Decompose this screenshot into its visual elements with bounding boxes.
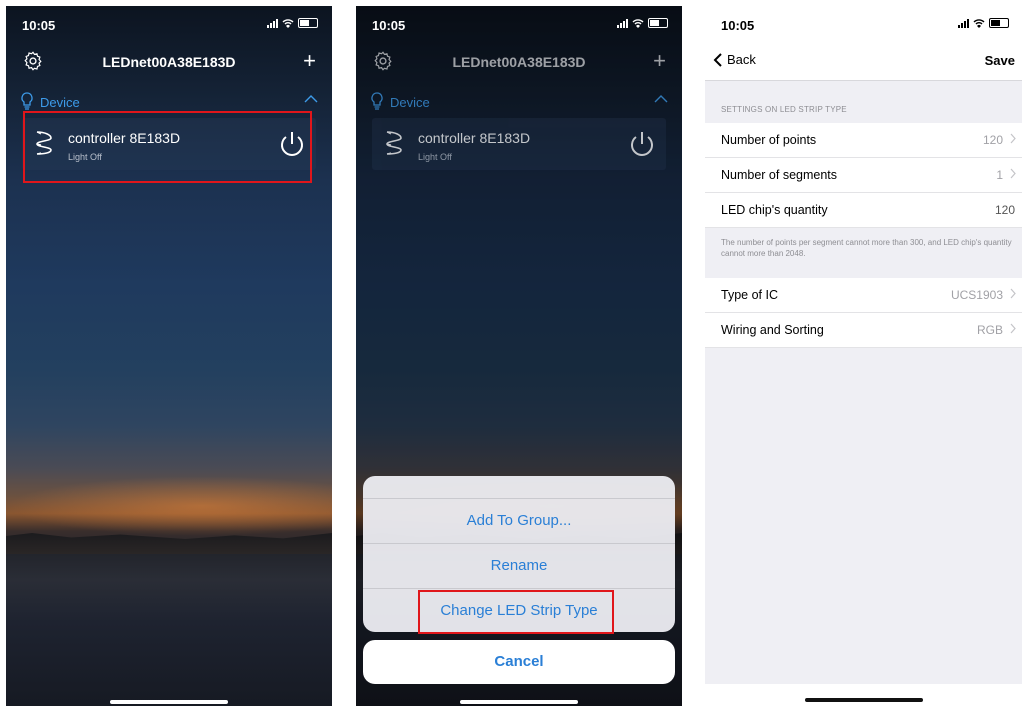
- wifi-icon: [632, 19, 644, 28]
- settings-group-header: SETTINGS ON LED STRIP TYPE: [721, 105, 847, 114]
- chevron-right-icon: [1010, 168, 1016, 179]
- phone-screen-device-list: 10:05 LEDnet00A38E183D + Device controll…: [6, 6, 332, 706]
- row-label: Wiring and Sorting: [721, 323, 824, 337]
- chevron-up-icon[interactable]: [654, 94, 668, 104]
- bulb-icon: [371, 92, 383, 110]
- status-time: 10:05: [721, 18, 755, 33]
- chip-quantity-row: LED chip's quantity 120: [705, 193, 1022, 228]
- add-device-button[interactable]: +: [653, 48, 666, 74]
- back-button[interactable]: Back: [713, 52, 756, 67]
- device-name: controller 8E183D: [418, 130, 531, 146]
- phone-screen-strip-settings: 10:05 Back Save SETTINGS ON LED STRIP TY…: [705, 6, 1022, 706]
- status-bar: 10:05: [6, 6, 332, 42]
- chevron-right-icon: [1010, 288, 1016, 299]
- row-label: LED chip's quantity: [721, 203, 828, 217]
- row-value: UCS1903: [950, 288, 1003, 302]
- row-value: 120: [982, 133, 1003, 147]
- cancel-button[interactable]: Cancel: [363, 640, 675, 684]
- bulb-icon: [21, 92, 33, 110]
- signal-icon: [958, 18, 969, 28]
- signal-icon: [267, 18, 278, 28]
- wiring-sorting-row[interactable]: Wiring and Sorting RGB: [705, 313, 1022, 348]
- highlight-box: [23, 111, 312, 183]
- nav-title: LEDnet00A38E183D: [452, 54, 586, 70]
- back-label: Back: [727, 52, 756, 67]
- battery-icon: [989, 18, 1009, 28]
- wifi-icon: [973, 19, 985, 28]
- nav-bar: LEDnet00A38E183D +: [356, 44, 682, 80]
- signal-icon: [617, 18, 628, 28]
- battery-icon: [298, 18, 318, 28]
- status-bar: 10:05: [705, 6, 1022, 42]
- add-device-button[interactable]: +: [303, 48, 316, 74]
- section-label: Device: [390, 95, 430, 110]
- home-indicator: [110, 700, 228, 704]
- home-indicator: [805, 698, 923, 702]
- row-value: RGB: [976, 323, 1003, 337]
- limits-note: The number of points per segment cannot …: [721, 238, 1012, 258]
- bottom-area: [705, 684, 1022, 706]
- wifi-icon: [282, 19, 294, 28]
- phone-screen-action-sheet: 10:05 LEDnet00A38E183D + Device controll…: [356, 6, 682, 706]
- device-row[interactable]: controller 8E183D Light Off: [372, 118, 666, 170]
- nav-title: LEDnet00A38E183D: [102, 54, 236, 70]
- save-button[interactable]: Save: [985, 53, 1015, 68]
- highlight-box: [418, 590, 614, 634]
- row-value: 1: [996, 168, 1003, 182]
- chevron-left-icon: [713, 52, 722, 67]
- power-icon[interactable]: [626, 128, 658, 160]
- segments-row[interactable]: Number of segments 1: [705, 158, 1022, 193]
- row-label: Number of points: [721, 133, 817, 147]
- section-label: Device: [40, 95, 80, 110]
- battery-icon: [648, 18, 668, 28]
- home-indicator: [460, 700, 578, 704]
- points-row[interactable]: Number of points 120: [705, 123, 1022, 158]
- status-time: 10:05: [372, 18, 406, 33]
- device-section-header[interactable]: Device: [356, 92, 682, 114]
- device-state: Light Off: [418, 152, 452, 162]
- status-time: 10:05: [22, 18, 56, 33]
- ic-type-row[interactable]: Type of IC UCS1903: [705, 278, 1022, 313]
- status-bar: 10:05: [356, 6, 682, 42]
- led-strip-icon: [386, 131, 402, 155]
- rename-button[interactable]: Rename: [363, 543, 675, 588]
- row-label: Type of IC: [721, 288, 778, 302]
- nav-bar: LEDnet00A38E183D +: [6, 44, 332, 80]
- chevron-right-icon: [1010, 133, 1016, 144]
- row-label: Number of segments: [721, 168, 838, 182]
- nav-bar: Back Save: [705, 42, 1022, 81]
- chevron-right-icon: [1010, 323, 1016, 334]
- row-value: 120: [994, 203, 1015, 217]
- add-to-group-button[interactable]: Add To Group...: [363, 498, 675, 543]
- chevron-up-icon[interactable]: [304, 94, 318, 104]
